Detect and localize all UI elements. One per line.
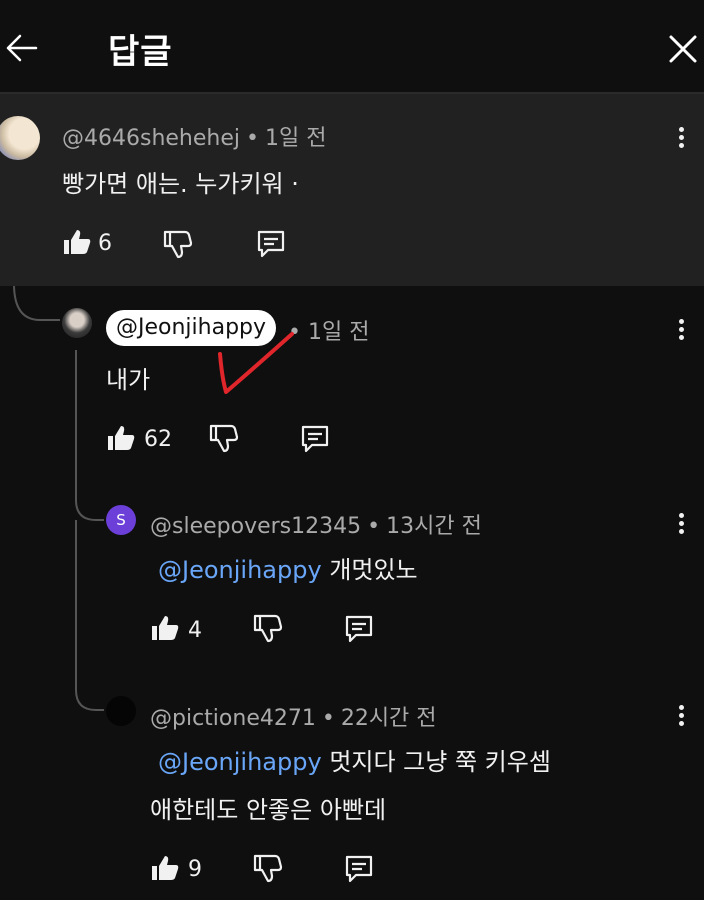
reply-icon[interactable] (256, 229, 286, 259)
comment-meta: @pictione4271 • 22시간 전 (150, 706, 437, 731)
comment-text-line2: 애한테도 안좋은 아빤데 (150, 796, 387, 824)
thumb-up-icon[interactable] (106, 424, 136, 452)
mention-link[interactable]: @Jeonjihappy (158, 748, 322, 776)
reply-icon[interactable] (344, 854, 374, 884)
header: 답글 (0, 0, 704, 94)
comment-meta: @sleepovers12345 • 13시간 전 (150, 514, 482, 539)
thumb-down-icon[interactable] (208, 422, 240, 454)
page-title: 답글 (108, 32, 173, 72)
close-icon[interactable] (666, 32, 700, 66)
thumb-up-icon[interactable] (62, 228, 92, 256)
comment-handle-highlighted[interactable]: @Jeonjihappy (106, 310, 277, 346)
mention-link[interactable]: @Jeonjihappy (158, 556, 322, 584)
comment-text: @Jeonjihappy 개멋있노 (158, 550, 418, 585)
comment-meta: @4646shehehej • 1일 전 (62, 126, 327, 151)
thumb-up-icon[interactable] (150, 854, 180, 882)
comment-text: 빵가면 애는. 누가키워 · (62, 170, 299, 198)
back-arrow-icon[interactable] (4, 30, 40, 66)
avatar[interactable] (106, 696, 136, 726)
comment-handle[interactable]: @4646shehehej (62, 126, 240, 151)
comment-handle[interactable]: @sleepovers12345 (150, 514, 361, 539)
comment-text: 내가 (106, 366, 151, 394)
comment-handle[interactable]: @pictione4271 (150, 706, 316, 731)
thumb-up-icon[interactable] (150, 614, 180, 642)
comment-time: 22시간 전 (340, 706, 437, 731)
more-vert-icon[interactable] (676, 316, 686, 346)
like-count: 6 (98, 231, 112, 256)
comment-body: 멋지다 그냥 쭉 키우셈 (329, 748, 551, 776)
comment-meta: • 1일 전 (288, 320, 370, 345)
avatar[interactable] (62, 308, 92, 338)
avatar[interactable]: S (106, 505, 136, 535)
like-count: 4 (188, 618, 202, 643)
thumb-down-icon[interactable] (252, 612, 284, 644)
avatar-letter: S (116, 511, 126, 529)
like-count: 9 (188, 857, 202, 882)
reply-icon[interactable] (300, 424, 330, 454)
comment-time: 1일 전 (307, 320, 370, 345)
more-vert-icon[interactable] (676, 510, 686, 540)
more-vert-icon[interactable] (676, 702, 686, 732)
thumb-down-icon[interactable] (252, 852, 284, 884)
thumb-down-icon[interactable] (162, 228, 194, 260)
comment-text: @Jeonjihappy 멋지다 그냥 쭉 키우셈 (158, 742, 551, 777)
reply-icon[interactable] (344, 614, 374, 644)
more-vert-icon[interactable] (676, 124, 686, 154)
comment-time: 1일 전 (264, 126, 327, 151)
like-count: 62 (144, 427, 172, 452)
comment-body: 개멋있노 (329, 556, 418, 584)
comment-time: 13시간 전 (386, 514, 482, 539)
